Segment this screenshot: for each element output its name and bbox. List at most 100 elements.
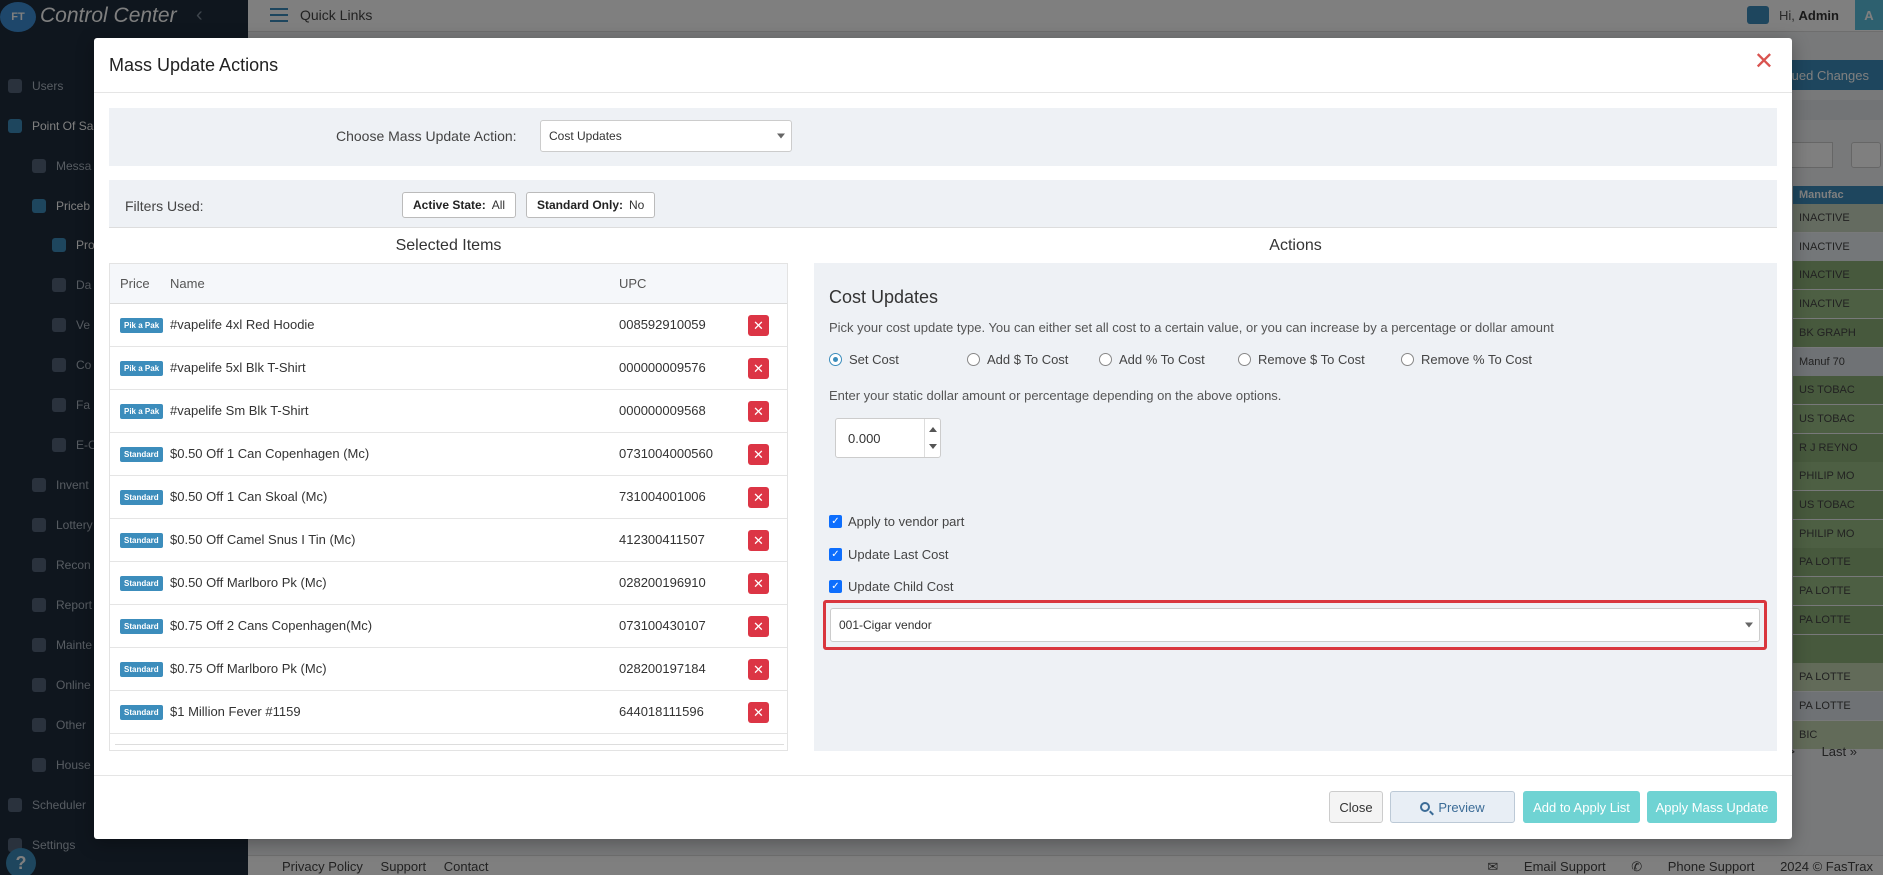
item-name: $0.75 Off 2 Cans Copenhagen(Mc) xyxy=(170,618,373,633)
item-upc: 000000009576 xyxy=(619,360,706,375)
table-row: Pik a Pak #vapelife 4xl Red Hoodie 0085929… xyxy=(110,304,787,347)
remove-item-button[interactable]: ✕ xyxy=(748,315,769,336)
item-name: $0.50 Off 1 Can Copenhagen (Mc) xyxy=(170,446,370,461)
checkbox-checked-icon: ✓ xyxy=(829,548,842,561)
radio-label: Add $ To Cost xyxy=(987,352,1069,367)
selected-items-title: Selected Items xyxy=(395,237,502,254)
remove-item-button[interactable]: ✕ xyxy=(748,401,769,422)
remove-item-button[interactable]: ✕ xyxy=(748,659,769,680)
remove-item-button[interactable]: ✕ xyxy=(748,530,769,551)
item-upc: 000000009568 xyxy=(619,403,706,418)
cost-updates-title: Cost Updates xyxy=(829,287,939,307)
item-name: #vapelife 5xl Blk T-Shirt xyxy=(170,360,306,375)
radio-add-percent-to-cost[interactable]: Add % To Cost xyxy=(1099,352,1205,367)
preview-button[interactable]: Preview xyxy=(1390,791,1515,823)
spin-up-icon[interactable] xyxy=(929,427,937,432)
item-upc: 028200196910 xyxy=(619,575,706,590)
vendor-select[interactable]: 001-Cigar vendor xyxy=(830,608,1760,642)
update-last-cost-checkbox[interactable]: ✓ Update Last Cost xyxy=(829,547,948,562)
price-type-badge: Standard xyxy=(120,662,163,677)
cost-amount-value: 0.000 xyxy=(848,431,881,446)
add-to-apply-list-button[interactable]: Add to Apply List xyxy=(1523,791,1640,823)
remove-item-button[interactable]: ✕ xyxy=(748,487,769,508)
actions-title: Actions xyxy=(1269,237,1322,254)
radio-add-dollar-to-cost[interactable]: Add $ To Cost xyxy=(967,352,1068,367)
mass-update-modal: Mass Update Actions ✕ Choose Mass Update… xyxy=(94,38,1792,839)
table-row: Standard $0.75 Off 2 Cans Copenhagen(Mc) 0… xyxy=(110,605,787,648)
action-label: Choose Mass Update Action: xyxy=(336,128,517,144)
item-upc: 073100430107 xyxy=(619,618,706,633)
radio-label: Remove % To Cost xyxy=(1421,352,1533,367)
item-name: $0.50 Off Marlboro Pk (Mc) xyxy=(170,575,327,590)
apply-mass-update-button[interactable]: Apply Mass Update xyxy=(1647,791,1777,823)
table-row: Pik a Pak #vapelife 5xl Blk T-Shirt 000000… xyxy=(110,347,787,390)
radio-remove-dollar-to-cost[interactable]: Remove $ To Cost xyxy=(1238,352,1365,367)
modal-footer: Close Preview Add to Apply List Apply Ma… xyxy=(94,775,1792,839)
preview-label: Preview xyxy=(1438,799,1485,815)
filter-value: No xyxy=(629,198,645,212)
selected-items-table: Price Name UPC Pik a Pak #vapelife 4xl Re… xyxy=(109,263,788,751)
price-column-header: Price xyxy=(120,276,150,291)
remove-item-button[interactable]: ✕ xyxy=(748,444,769,465)
item-name: $0.50 Off Camel Snus I Tin (Mc) xyxy=(170,532,356,547)
search-icon xyxy=(1420,802,1431,812)
filters-label: Filters Used: xyxy=(125,198,204,214)
radio-label: Add % To Cost xyxy=(1119,352,1205,367)
filter-key: Active State: xyxy=(413,198,486,212)
item-upc: 028200197184 xyxy=(619,661,706,676)
close-icon[interactable]: ✕ xyxy=(1754,50,1774,74)
item-name: #vapelife 4xl Red Hoodie xyxy=(170,317,315,332)
checkbox-label: Update Last Cost xyxy=(848,547,949,562)
item-name: $1 Million Fever #1159 xyxy=(170,704,301,719)
table-scroll-edge xyxy=(115,744,784,750)
close-button[interactable]: Close xyxy=(1329,791,1383,823)
amount-prompt: Enter your static dollar amount or perce… xyxy=(829,388,1282,403)
modal-title: Mass Update Actions xyxy=(109,55,279,75)
update-child-cost-checkbox[interactable]: ✓ Update Child Cost xyxy=(829,579,954,594)
price-type-badge: Standard xyxy=(120,705,163,720)
filter-standard-only: Standard Only: No xyxy=(526,192,656,218)
price-type-badge: Standard xyxy=(120,490,163,505)
mass-update-action-select[interactable]: Cost Updates xyxy=(540,120,792,152)
actions-panel: Cost Updates Pick your cost update type.… xyxy=(814,263,1777,751)
checkbox-checked-icon: ✓ xyxy=(829,580,842,593)
item-upc: 0731004000560 xyxy=(619,446,713,461)
remove-item-button[interactable]: ✕ xyxy=(748,702,769,723)
item-name: #vapelife Sm Blk T-Shirt xyxy=(170,403,309,418)
radio-label: Remove $ To Cost xyxy=(1258,352,1365,367)
spin-down-icon[interactable] xyxy=(929,444,937,449)
item-upc: 008592910059 xyxy=(619,317,706,332)
item-upc: 412300411507 xyxy=(619,532,705,547)
filter-key: Standard Only: xyxy=(537,198,624,212)
price-type-badge: Standard xyxy=(120,447,163,462)
apply-to-vendor-part-checkbox[interactable]: ✓ Apply to vendor part xyxy=(829,514,964,529)
radio-remove-percent-to-cost[interactable]: Remove % To Cost xyxy=(1401,352,1532,367)
number-spinner[interactable] xyxy=(924,419,940,457)
table-row: Standard $0.75 Off Marlboro Pk (Mc) 028200… xyxy=(110,648,787,691)
radio-dot xyxy=(829,353,842,366)
radio-dot xyxy=(1238,353,1251,366)
table-row: Standard $0.50 Off Marlboro Pk (Mc) 028200… xyxy=(110,562,787,605)
cost-updates-description: Pick your cost update type. You can eith… xyxy=(829,320,1554,335)
remove-item-button[interactable]: ✕ xyxy=(748,616,769,637)
remove-item-button[interactable]: ✕ xyxy=(748,358,769,379)
select-value: 001-Cigar vendor xyxy=(839,618,932,632)
table-header: Price Name UPC xyxy=(110,264,787,304)
price-type-badge: Standard xyxy=(120,533,163,548)
cost-amount-input[interactable]: 0.000 xyxy=(835,418,941,458)
remove-item-button[interactable]: ✕ xyxy=(748,573,769,594)
vendor-select-highlight: 001-Cigar vendor xyxy=(823,600,1767,650)
select-value: Cost Updates xyxy=(549,129,622,143)
chevron-down-icon xyxy=(777,133,785,139)
table-row: Standard $1 Million Fever #1159 6440181115… xyxy=(110,691,787,734)
radio-dot xyxy=(1401,353,1414,366)
item-name: $0.50 Off 1 Can Skoal (Mc) xyxy=(170,489,328,504)
filters-bar: Filters Used: Active State: All Standard … xyxy=(109,180,1777,228)
table-row: Pik a Pak #vapelife Sm Blk T-Shirt 0000000… xyxy=(110,390,787,433)
checkbox-label: Update Child Cost xyxy=(848,579,954,594)
radio-set-cost[interactable]: Set Cost xyxy=(829,352,899,367)
checkbox-label: Apply to vendor part xyxy=(848,514,965,529)
name-column-header: Name xyxy=(170,276,205,291)
item-name: $0.75 Off Marlboro Pk (Mc) xyxy=(170,661,327,676)
item-upc: 731004001006 xyxy=(619,489,706,504)
